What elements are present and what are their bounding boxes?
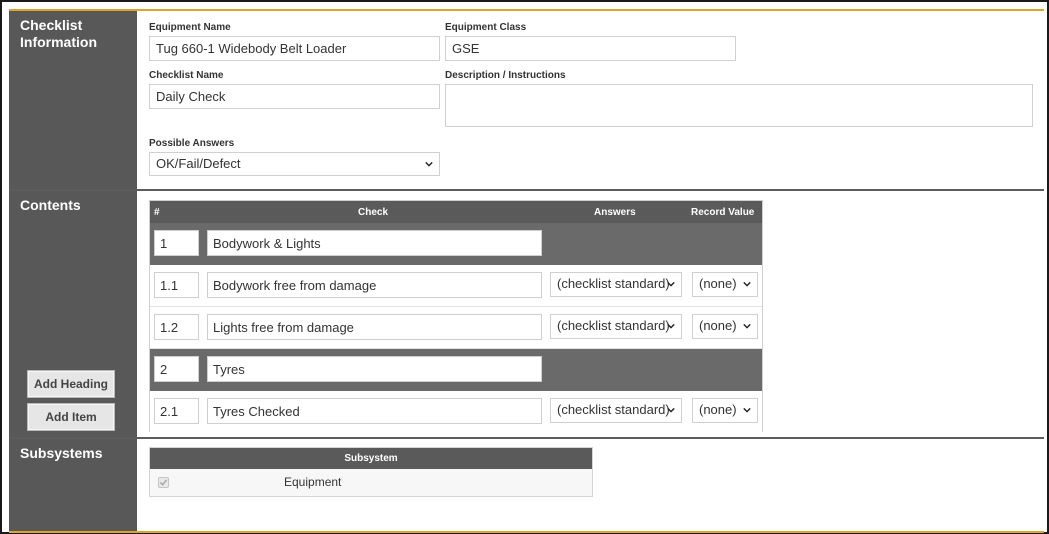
record-value-select[interactable]: (none) (692, 398, 758, 423)
check-text-input[interactable] (207, 314, 542, 340)
chevron-down-icon (425, 161, 433, 167)
check-text-input[interactable] (207, 398, 542, 424)
possible-answers-select[interactable]: OK/Fail/Defect (149, 152, 440, 176)
row-number-input[interactable] (154, 230, 199, 256)
chevron-down-icon (743, 281, 751, 287)
section-title: Subsystems (20, 445, 103, 461)
checklist-name-label: Checklist Name (149, 70, 224, 81)
record-value: (none) (699, 402, 737, 417)
add-item-button[interactable]: Add Item (27, 403, 115, 431)
chevron-down-icon (743, 407, 751, 413)
section-sidebar: Contents Add Heading Add Item (9, 191, 137, 437)
description-label: Description / Instructions (445, 70, 566, 81)
answers-select[interactable]: (checklist standard) (550, 398, 682, 423)
chevron-down-icon (743, 323, 751, 329)
section-sidebar: Subsystems (9, 439, 137, 531)
table-header: # Check Answers Record Value (150, 201, 762, 223)
record-value: (none) (699, 276, 737, 291)
answers-select[interactable]: (checklist standard) (550, 272, 682, 297)
equipment-name-input[interactable] (149, 36, 440, 61)
item-row: (checklist standard) (none) (150, 307, 762, 349)
checklist-form: Checklist Information Equipment Name Equ… (0, 0, 1049, 534)
answers-value: (checklist standard) (557, 276, 670, 291)
possible-answers-label: Possible Answers (149, 138, 235, 149)
item-row: (checklist standard) (none) (150, 265, 762, 307)
answers-select[interactable]: (checklist standard) (550, 314, 682, 339)
section-title: Contents (20, 197, 81, 213)
item-row: (checklist standard) (none) (150, 391, 762, 433)
add-heading-button[interactable]: Add Heading (27, 370, 115, 398)
chevron-down-icon (667, 407, 675, 413)
column-header-num: # (154, 207, 160, 218)
check-text-input[interactable] (207, 356, 542, 382)
section-title: Checklist Information (20, 17, 97, 50)
contents-section: Contents Add Heading Add Item # Check An… (9, 189, 1044, 437)
row-number-input[interactable] (154, 356, 199, 382)
checkmark-icon (159, 479, 168, 486)
possible-answers-value: OK/Fail/Defect (156, 156, 241, 171)
table-row: Equipment (150, 469, 592, 496)
row-number-input[interactable] (154, 314, 199, 340)
checklist-table: # Check Answers Record Value (checklist … (149, 200, 763, 433)
description-textarea[interactable] (445, 84, 1033, 127)
answers-value: (checklist standard) (557, 402, 670, 417)
checklist-information-section: Checklist Information Equipment Name Equ… (9, 9, 1044, 189)
column-header-check: Check (358, 207, 389, 218)
subsystems-section: Subsystems Subsystem Equipment (9, 437, 1044, 533)
record-value-select[interactable]: (none) (692, 272, 758, 297)
subsystem-label: Equipment (284, 475, 342, 489)
section-body: Subsystem Equipment (137, 439, 1044, 531)
chevron-down-icon (667, 281, 675, 287)
section-body: Equipment Name Equipment Class Checklist… (137, 11, 1044, 189)
section-body: # Check Answers Record Value (checklist … (137, 191, 1044, 437)
record-value: (none) (699, 318, 737, 333)
row-number-input[interactable] (154, 398, 199, 424)
equipment-class-input[interactable] (445, 36, 736, 61)
record-value-select[interactable]: (none) (692, 314, 758, 339)
chevron-down-icon (667, 323, 675, 329)
check-text-input[interactable] (207, 272, 542, 298)
heading-row (150, 223, 762, 265)
equipment-class-label: Equipment Class (445, 22, 527, 33)
section-sidebar: Checklist Information (9, 11, 137, 189)
column-header-record-value: Record Value (691, 207, 755, 218)
heading-row (150, 349, 762, 391)
subsystem-table: Subsystem Equipment (149, 447, 593, 497)
subsystem-checkbox[interactable] (158, 477, 169, 488)
checklist-name-input[interactable] (149, 84, 440, 109)
answers-value: (checklist standard) (557, 318, 670, 333)
column-header-subsystem: Subsystem (150, 448, 592, 469)
equipment-name-label: Equipment Name (149, 22, 231, 33)
check-text-input[interactable] (207, 230, 542, 256)
column-header-answers: Answers (594, 207, 636, 218)
row-number-input[interactable] (154, 272, 199, 298)
